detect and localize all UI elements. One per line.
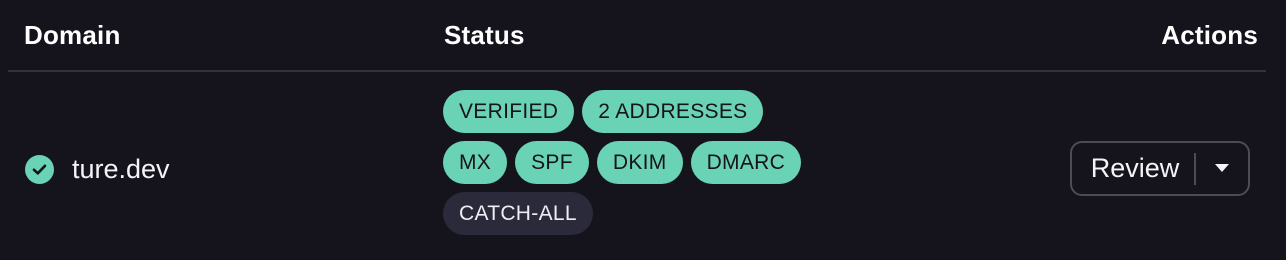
review-button[interactable]: Review	[1072, 153, 1194, 184]
spf-badge: SPF	[515, 141, 589, 184]
check-circle-icon	[25, 154, 54, 184]
domains-table: Domain Status Actions ture.dev VERIFIED …	[0, 0, 1286, 260]
domain-cell: ture.dev	[25, 154, 170, 184]
caret-down-icon	[1215, 160, 1229, 178]
table-header: Domain Status Actions	[8, 0, 1266, 72]
review-split-button: Review	[1070, 141, 1250, 196]
actions-column-header: Actions	[1161, 20, 1258, 50]
status-badge-row: VERIFIED 2 ADDRESSES	[443, 90, 863, 133]
review-options-button[interactable]	[1196, 143, 1248, 194]
table-row: ture.dev VERIFIED 2 ADDRESSES MX SPF DKI…	[0, 74, 1286, 260]
status-badge-row: MX SPF DKIM DMARC	[443, 141, 863, 184]
status-cell: VERIFIED 2 ADDRESSES MX SPF DKIM DMARC C…	[443, 90, 863, 243]
verified-badge: VERIFIED	[443, 90, 575, 133]
status-badge-row: CATCH-ALL	[443, 192, 863, 235]
actions-cell: Review	[1070, 141, 1250, 196]
domain-name[interactable]: ture.dev	[72, 154, 170, 185]
status-column-header: Status	[444, 20, 525, 50]
dkim-badge: DKIM	[596, 141, 683, 184]
catch-all-badge: CATCH-ALL	[443, 192, 593, 235]
mx-badge: MX	[443, 141, 508, 184]
domain-column-header: Domain	[24, 20, 121, 50]
addresses-badge: 2 ADDRESSES	[582, 90, 764, 133]
dmarc-badge: DMARC	[690, 141, 802, 184]
